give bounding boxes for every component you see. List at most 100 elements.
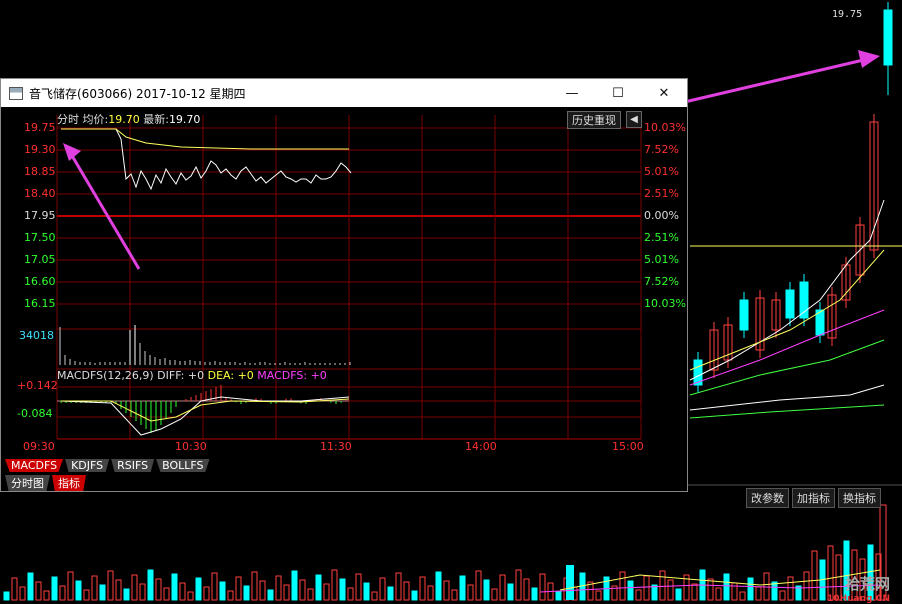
price-line [61, 128, 352, 191]
volume-bar [107, 570, 114, 601]
volume-bar [267, 589, 274, 601]
volume-bar [755, 586, 762, 601]
volume-bar [507, 583, 514, 601]
price-axis-label: 17.50 [24, 231, 56, 244]
modify-params-button[interactable]: 改参数 [746, 488, 789, 508]
time-axis-label: 09:30 [23, 440, 55, 453]
volume-bar [227, 590, 234, 601]
volume-bar [627, 580, 634, 601]
replay-arrow-icon[interactable]: ◀ [626, 111, 642, 128]
volume-bar [443, 580, 450, 601]
volume-bar [83, 589, 90, 601]
volume-bar [419, 576, 426, 601]
volume-bar [339, 578, 346, 601]
price-header: 分时 均价:19.70 最新:19.70 [57, 113, 201, 126]
watermark-site: 拾荒网 [844, 575, 890, 593]
time-axis-label: 10:30 [175, 440, 207, 453]
price-axis-label: 19.30 [24, 143, 56, 156]
volume-bar [91, 575, 98, 601]
volume-bar [411, 590, 418, 601]
volume-bar [659, 570, 666, 601]
volume-bar [379, 577, 386, 601]
volume-bar [347, 587, 354, 601]
add-indicator-button[interactable]: 加指标 [792, 488, 835, 508]
history-replay-button[interactable]: 历史重现 [567, 111, 621, 129]
high-price-tag: 19.75 [832, 9, 863, 20]
annotation-arrow [675, 56, 873, 106]
volume-bar [195, 577, 202, 601]
annotation-arrowhead [63, 143, 81, 161]
change-indicator-button[interactable]: 换指标 [838, 488, 881, 508]
volume-bar [747, 577, 754, 601]
volume-bar [539, 573, 546, 601]
volume-bar [43, 590, 50, 601]
percent-axis-label: 5.01% [644, 253, 679, 266]
time-axis-label: 11:30 [320, 440, 352, 453]
volume-bar [315, 574, 322, 601]
volume-bar [11, 577, 18, 601]
price-axis-label: 17.95 [24, 209, 56, 222]
candle [785, 289, 795, 319]
volume-bar [179, 582, 186, 601]
volume-bar [771, 581, 778, 601]
annotation-arrow [69, 153, 141, 270]
candle [883, 9, 893, 66]
percent-axis-label: 10.03% [644, 121, 686, 134]
volume-bar [355, 573, 362, 601]
indicator-toolbar: 改参数 加指标 换指标 [746, 488, 881, 508]
volume-bar [19, 586, 26, 601]
volume-bar [643, 575, 650, 601]
volume-bar [483, 579, 490, 601]
volume-bar [211, 572, 218, 601]
volume-bar [307, 588, 314, 601]
percent-axis-label: 5.01% [644, 165, 679, 178]
volume-bar [723, 573, 730, 601]
percent-axis-label: 2.51% [644, 231, 679, 244]
volume-bar [131, 574, 138, 601]
volume-bar [707, 578, 714, 601]
tab-rsifs[interactable]: RSIFS [111, 459, 155, 472]
volume-bar [99, 584, 106, 601]
volume-bar [435, 571, 442, 601]
ma-line [689, 309, 885, 386]
candle [739, 299, 749, 331]
volume-bar [275, 575, 282, 601]
tab-macdfs[interactable]: MACDFS [5, 459, 64, 472]
volume-axis-label: 34018 [19, 329, 54, 342]
tab-bollfs[interactable]: BOLLFS [156, 459, 210, 472]
volume-bar [691, 583, 698, 601]
tab-indicator[interactable]: 指标 [52, 475, 86, 491]
volume-bar [531, 587, 538, 601]
volume-bar [171, 573, 178, 601]
volume-bar [523, 578, 530, 601]
percent-axis-label: 0.00% [644, 209, 679, 222]
volume-bar [187, 591, 194, 601]
macd-header: MACDFS(12,26,9) DIFF: +0 DEA: +0 MACDFS:… [57, 369, 327, 382]
volume-bar [566, 565, 574, 600]
tab-intraday[interactable]: 分时图 [5, 475, 50, 491]
volume-bar [499, 574, 506, 601]
tab-kdjfs[interactable]: KDJFS [65, 459, 110, 472]
volume-bar [595, 590, 602, 601]
volume-bar [155, 578, 162, 601]
volume-bar [787, 576, 794, 601]
intraday-window: 音飞储存(603066) 2017-10-12 星期四 — ☐ ✕ 分时 均价:… [0, 78, 688, 492]
volume-bar [395, 572, 402, 601]
price-axis-label: 18.40 [24, 187, 56, 200]
volume-bar [387, 586, 394, 601]
volume-ma-line [539, 584, 881, 593]
avg-price-line [61, 128, 349, 150]
volume-bar [283, 584, 290, 601]
time-axis-label: 14:00 [465, 440, 497, 453]
volume-bar [635, 589, 642, 601]
volume-bar [475, 570, 482, 601]
macd-axis-label: -0.084 [17, 407, 53, 420]
volume-bar [299, 579, 306, 601]
volume-bar [827, 545, 834, 601]
volume-bar [779, 590, 786, 601]
volume-bar [403, 581, 410, 601]
volume-bar [35, 581, 42, 601]
volume-bar [163, 587, 170, 601]
time-axis-label: 15:00 [612, 440, 644, 453]
volume-bar [291, 570, 298, 601]
